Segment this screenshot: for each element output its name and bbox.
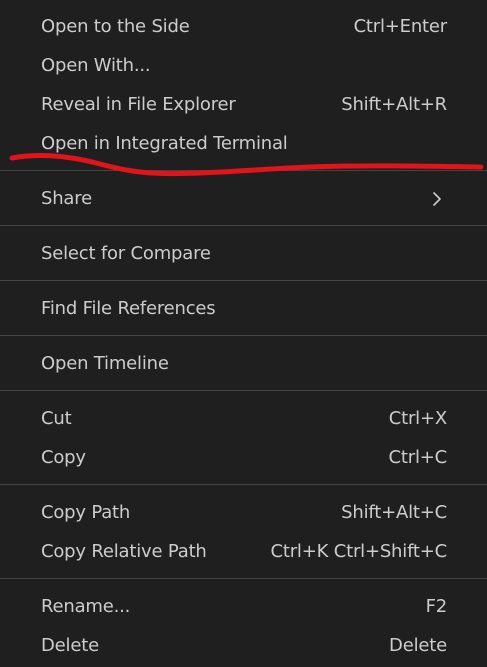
menu-item-label: Find File References: [41, 298, 216, 319]
menu-item-label: Open With...: [41, 55, 151, 76]
menu-item-copy[interactable]: Copy Ctrl+C: [0, 438, 487, 477]
menu-separator: [0, 390, 487, 391]
menu-item-open-to-the-side[interactable]: Open to the Side Ctrl+Enter: [0, 7, 487, 46]
menu-item-find-file-references[interactable]: Find File References: [0, 289, 487, 328]
menu-item-label: Open Timeline: [41, 353, 169, 374]
menu-separator: [0, 484, 487, 485]
menu-separator: [0, 170, 487, 171]
menu-item-shortcut: Ctrl+K Ctrl+Shift+C: [270, 541, 447, 562]
menu-item-label: Share: [41, 188, 92, 209]
menu-item-label: Cut: [41, 408, 72, 429]
menu-item-label: Copy Path: [41, 502, 131, 523]
menu-item-shortcut: Ctrl+X: [388, 408, 447, 429]
menu-separator: [0, 578, 487, 579]
menu-separator: [0, 335, 487, 336]
menu-item-open-in-integrated-terminal[interactable]: Open in Integrated Terminal: [0, 124, 487, 163]
context-menu: Open to the Side Ctrl+Enter Open With...…: [0, 0, 487, 667]
menu-item-delete[interactable]: Delete Delete: [0, 626, 487, 665]
menu-item-reveal-in-file-explorer[interactable]: Reveal in File Explorer Shift+Alt+R: [0, 85, 487, 124]
menu-item-shortcut: Shift+Alt+C: [341, 502, 447, 523]
menu-item-label: Open in Integrated Terminal: [41, 133, 288, 154]
menu-item-label: Copy Relative Path: [41, 541, 207, 562]
menu-item-rename[interactable]: Rename... F2: [0, 587, 487, 626]
menu-item-label: Copy: [41, 447, 86, 468]
menu-item-cut[interactable]: Cut Ctrl+X: [0, 399, 487, 438]
menu-item-shortcut: Delete: [389, 635, 447, 656]
menu-item-select-for-compare[interactable]: Select for Compare: [0, 234, 487, 273]
menu-item-share[interactable]: Share: [0, 179, 487, 218]
menu-item-label: Select for Compare: [41, 243, 211, 264]
menu-item-label: Open to the Side: [41, 16, 190, 37]
menu-item-copy-path[interactable]: Copy Path Shift+Alt+C: [0, 493, 487, 532]
menu-item-shortcut: Shift+Alt+R: [341, 94, 447, 115]
menu-item-shortcut: F2: [425, 596, 448, 617]
menu-item-copy-relative-path[interactable]: Copy Relative Path Ctrl+K Ctrl+Shift+C: [0, 532, 487, 571]
menu-item-open-with[interactable]: Open With...: [0, 46, 487, 85]
menu-separator: [0, 280, 487, 281]
menu-item-label: Delete: [41, 635, 99, 656]
menu-item-open-timeline[interactable]: Open Timeline: [0, 344, 487, 383]
menu-item-shortcut: Ctrl+Enter: [353, 16, 448, 37]
menu-item-shortcut: Ctrl+C: [388, 447, 448, 468]
menu-item-label: Reveal in File Explorer: [41, 94, 236, 115]
menu-item-label: Rename...: [41, 596, 131, 617]
chevron-right-icon: [427, 189, 447, 209]
menu-separator: [0, 225, 487, 226]
